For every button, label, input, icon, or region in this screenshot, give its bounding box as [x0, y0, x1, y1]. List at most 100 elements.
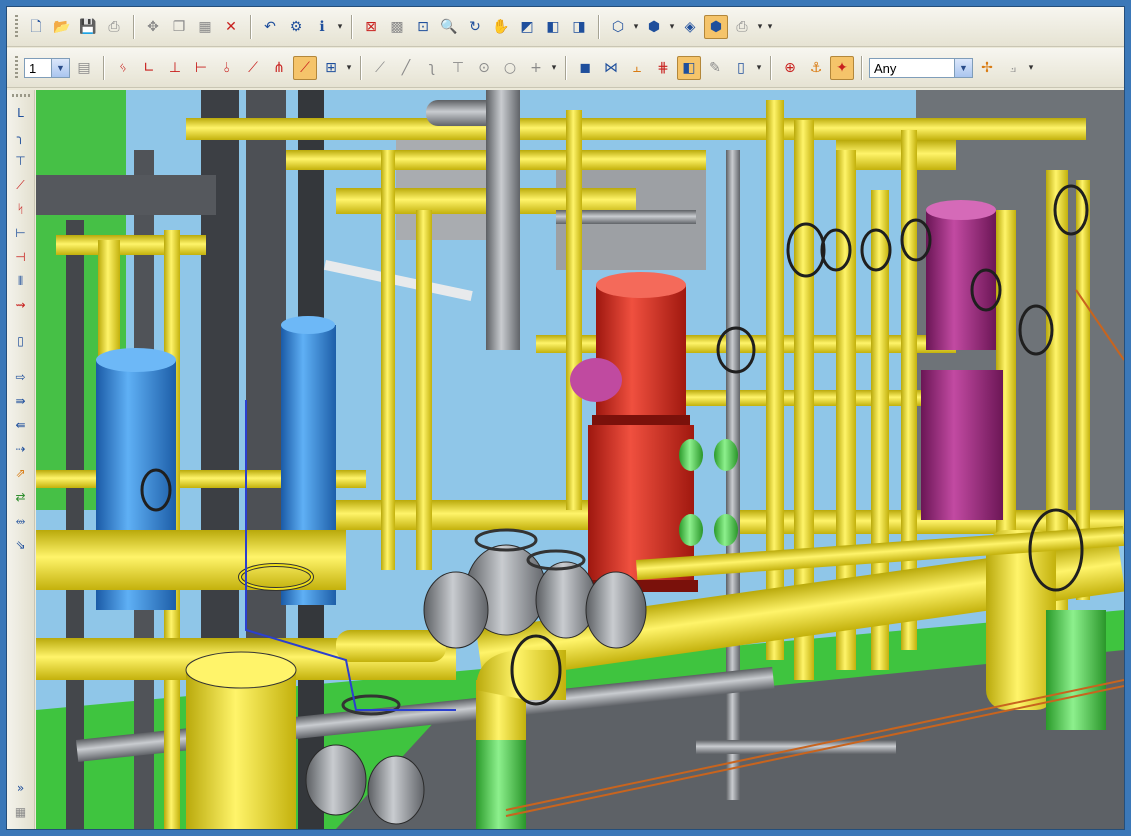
- chevron-down-icon[interactable]: ▾: [1027, 62, 1035, 73]
- chevron-down-icon[interactable]: ▾: [668, 21, 676, 32]
- route-check-icon[interactable]: ⇘: [10, 534, 32, 556]
- route-reducer-icon[interactable]: ⊢: [10, 222, 32, 244]
- snap-active-icon[interactable]: ✦: [830, 55, 854, 80]
- yellow-tank-top: [185, 651, 297, 689]
- zoom-window-icon[interactable]: ▩: [385, 15, 409, 39]
- support-icon[interactable]: ⫠: [625, 56, 649, 80]
- more-tools-icon[interactable]: »: [10, 777, 32, 799]
- delete-icon[interactable]: ✕: [219, 15, 243, 39]
- reducer-icon[interactable]: ⫰: [215, 56, 239, 80]
- toolbar-grip[interactable]: [11, 94, 30, 97]
- chevron-down-icon[interactable]: ▾: [345, 62, 353, 73]
- curve-icon[interactable]: ʅ: [420, 56, 444, 80]
- render-icon[interactable]: ◩: [515, 15, 539, 39]
- route-flange-icon[interactable]: ⊣: [10, 246, 32, 268]
- solid-cube-icon[interactable]: ⬢: [704, 14, 728, 39]
- chevron-down-icon[interactable]: ▾: [756, 21, 764, 32]
- zoom-extents-icon[interactable]: ⊠: [359, 15, 383, 39]
- properties-icon[interactable]: ⚙: [284, 15, 308, 39]
- selection-filter-select[interactable]: Any ▼: [869, 57, 973, 78]
- save-icon[interactable]: 💾: [76, 15, 100, 39]
- view-next-icon[interactable]: ◨: [567, 15, 591, 39]
- chevron-down-icon[interactable]: ▾: [766, 21, 774, 32]
- circle-icon[interactable]: ⊙: [472, 56, 496, 80]
- zoom-icon[interactable]: 🔍: [437, 15, 461, 39]
- active-route-icon[interactable]: ⟋: [293, 55, 317, 80]
- door-icon[interactable]: ▯: [729, 56, 753, 80]
- hidden-line-cube-icon[interactable]: ◈: [678, 15, 702, 39]
- route-insert-icon[interactable]: ▯: [10, 330, 32, 352]
- chevron-down-icon[interactable]: ▼: [954, 58, 972, 77]
- route-align-icon[interactable]: ⇨: [10, 366, 32, 388]
- filter-pick-icon[interactable]: ✢: [975, 56, 999, 80]
- toolbar-grip[interactable]: [15, 55, 18, 80]
- tee-icon[interactable]: ⊥: [163, 56, 187, 80]
- route-move-icon[interactable]: ⇛: [10, 390, 32, 412]
- diagonal-line-icon[interactable]: ╱: [394, 56, 418, 80]
- wireframe-cube-icon[interactable]: ⬡: [606, 15, 630, 39]
- copy-icon[interactable]: ❐: [167, 15, 191, 39]
- flange-icon[interactable]: ⋕: [651, 56, 675, 80]
- standard-toolbar: 🗋 📂 💾 ⎙ ✥ ❐ ▦ ✕ ↶ ⚙ ℹ ▾ ⊠ ▩ ⊡ 🔍 ↻ ✋ ◩ ◧ …: [7, 7, 1124, 47]
- info-icon[interactable]: ℹ: [310, 15, 334, 39]
- layer-select[interactable]: 1 ▼: [24, 57, 70, 78]
- active-model-icon[interactable]: ◧: [677, 55, 701, 80]
- snap-node-icon[interactable]: ⚓: [804, 56, 828, 80]
- rotate-icon[interactable]: ↻: [463, 15, 487, 39]
- route-mirror-icon[interactable]: ⇄: [10, 486, 32, 508]
- route-copy-icon[interactable]: ⇗: [10, 462, 32, 484]
- zoom-box-icon[interactable]: ⊡: [411, 15, 435, 39]
- ring-icon[interactable]: ○: [498, 56, 522, 80]
- pan-icon[interactable]: ✋: [489, 15, 513, 39]
- yellow-pipe: [336, 630, 446, 662]
- paste-icon[interactable]: ▦: [193, 15, 217, 39]
- view-previous-icon[interactable]: ◧: [541, 15, 565, 39]
- annotate-icon[interactable]: ✎: [703, 56, 727, 80]
- route-bend-icon[interactable]: ╮: [10, 126, 32, 148]
- valve-icon[interactable]: ⋈: [599, 56, 623, 80]
- toolbar-grip[interactable]: [15, 14, 18, 39]
- insert-component-icon[interactable]: ⊞: [319, 56, 343, 80]
- chevron-down-icon[interactable]: ▼: [51, 58, 69, 77]
- printer-view-icon[interactable]: ⎙: [730, 15, 754, 39]
- undo-icon[interactable]: ↶: [258, 15, 282, 39]
- filter-extra-icon[interactable]: ⟓: [1001, 56, 1025, 80]
- snap-center-icon[interactable]: ⊕: [778, 56, 802, 80]
- route-rotate-icon[interactable]: ⇚: [10, 414, 32, 436]
- 3d-viewport[interactable]: [36, 90, 1124, 829]
- elbow-icon[interactable]: ∟: [137, 56, 161, 80]
- chevron-down-icon[interactable]: ▾: [755, 62, 763, 73]
- chevron-down-icon[interactable]: ▾: [550, 62, 558, 73]
- route-stretch-icon[interactable]: ⇢: [10, 438, 32, 460]
- line-icon[interactable]: ⟋: [368, 56, 392, 80]
- open-folder-icon[interactable]: 📂: [50, 15, 74, 39]
- move-icon[interactable]: ✥: [141, 15, 165, 39]
- green-valve: [714, 514, 738, 546]
- slope-icon[interactable]: ⟋: [241, 56, 265, 80]
- red-vessel-flange: [592, 415, 690, 425]
- connect-icon[interactable]: ⋔: [267, 56, 291, 80]
- chevron-down-icon[interactable]: ▾: [632, 21, 640, 32]
- shaded-cube-icon[interactable]: ⬢: [642, 15, 666, 39]
- branch-icon[interactable]: ⊢: [189, 56, 213, 80]
- yellow-pipe: [766, 100, 784, 660]
- new-document-icon[interactable]: 🗋: [24, 15, 48, 39]
- grid-icon[interactable]: ▦: [10, 801, 32, 823]
- chevron-down-icon[interactable]: ▾: [336, 21, 344, 32]
- print-icon[interactable]: ⎙: [102, 15, 126, 39]
- route-slope-icon[interactable]: ⟋: [10, 174, 32, 196]
- toolbar-separator: [360, 55, 361, 80]
- pipe-route-icon[interactable]: ᛃ: [111, 56, 135, 80]
- equipment-icon[interactable]: ◼: [573, 56, 597, 80]
- plus-icon[interactable]: +: [524, 56, 548, 80]
- selection-filter-value: Any: [874, 60, 897, 76]
- route-branch-icon[interactable]: ᛋ: [10, 198, 32, 220]
- layer-manager-icon[interactable]: ▤: [72, 56, 96, 80]
- route-tee-icon[interactable]: ⊤: [10, 150, 32, 172]
- route-pipe-icon[interactable]: ᒪ: [10, 102, 32, 124]
- purple-vessel: [921, 370, 1003, 520]
- cross-icon[interactable]: ⊤: [446, 56, 470, 80]
- route-cut-icon[interactable]: ⇝: [10, 294, 32, 316]
- route-join-icon[interactable]: ⥈: [10, 510, 32, 532]
- route-gap-icon[interactable]: ⫴: [10, 270, 32, 292]
